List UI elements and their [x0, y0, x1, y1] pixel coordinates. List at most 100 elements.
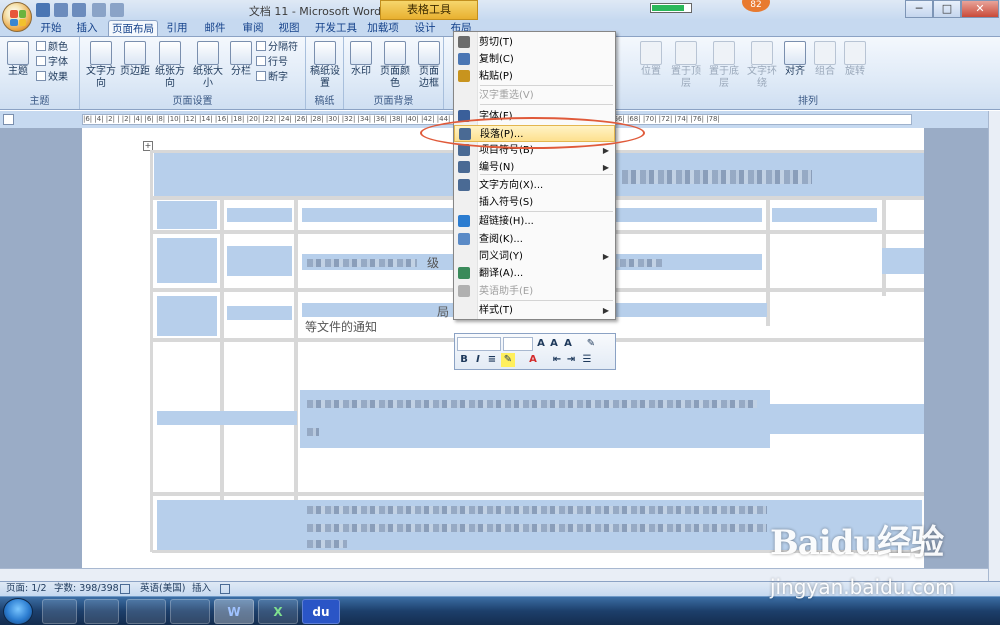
size-button[interactable]: 纸张大小: [190, 41, 226, 90]
line-numbers-button[interactable]: 行号: [256, 56, 288, 70]
page-indicator[interactable]: 页面: 1/2: [6, 582, 47, 596]
menu-item-2[interactable]: 粘贴(P): [454, 68, 615, 85]
position-button[interactable]: 位置: [636, 41, 666, 78]
column-divider: [294, 196, 298, 552]
effects-button[interactable]: 效果: [36, 71, 68, 85]
page-color-button[interactable]: 页面颜色: [376, 41, 414, 90]
center-align-icon[interactable]: ≡: [486, 353, 498, 367]
tab-references[interactable]: 引用: [160, 20, 194, 37]
tab-view[interactable]: 视图: [272, 20, 306, 37]
macro-record-icon[interactable]: [220, 584, 230, 594]
tab-selector[interactable]: [3, 114, 14, 125]
themes-button[interactable]: 主题: [4, 41, 32, 78]
line-numbers-icon: [256, 56, 266, 66]
menu-item-11[interactable]: 查阅(K)...: [454, 231, 615, 248]
watermark-label: 水印: [351, 66, 371, 77]
word-taskbar-icon[interactable]: W: [214, 599, 254, 624]
lookup-icon: [458, 233, 470, 245]
group-button[interactable]: 组合: [812, 41, 838, 78]
menu-item-label: 查阅(K)...: [479, 234, 523, 245]
excel-taskbar-icon[interactable]: X: [258, 599, 298, 624]
bullets-icon[interactable]: ☰: [581, 353, 593, 367]
bold-icon[interactable]: B: [458, 353, 470, 367]
menu-item-14[interactable]: 英语助手(E): [454, 283, 615, 300]
page-setup-group-label: 页面设置: [172, 96, 213, 107]
tab-developer[interactable]: 开发工具: [310, 20, 362, 37]
baidu-taskbar-icon[interactable]: du: [302, 599, 340, 624]
menu-item-9[interactable]: 插入符号(S): [454, 194, 615, 211]
theme-group-label: 主题: [29, 96, 50, 107]
manuscript-settings-button[interactable]: 稿纸设置: [310, 41, 340, 90]
colors-button[interactable]: 颜色: [36, 41, 68, 55]
tab-page-layout[interactable]: 页面布局: [108, 20, 158, 37]
word-count[interactable]: 字数: 398/398: [54, 582, 119, 596]
menu-item-7[interactable]: 编号(N) ▶: [454, 159, 615, 176]
menu-item-0[interactable]: 剪切(T): [454, 34, 615, 51]
menu-item-10[interactable]: 超链接(H)...: [454, 213, 615, 230]
tab-review[interactable]: 审阅: [236, 20, 270, 37]
send-to-back-button[interactable]: 置于底层: [706, 41, 742, 90]
highlight-color-icon[interactable]: ✎: [501, 353, 515, 367]
format-painter-icon[interactable]: ✎: [585, 337, 597, 351]
effects-icon: [36, 71, 46, 81]
language-indicator[interactable]: 英语(美国): [140, 582, 185, 596]
hyphenation-button[interactable]: 断字: [256, 71, 288, 85]
menu-item-12[interactable]: 同义词(Y) ▶: [454, 248, 615, 265]
page-borders-button[interactable]: 页面边框: [416, 41, 442, 90]
watermark-button[interactable]: 水印: [348, 41, 374, 78]
breaks-icon: [256, 41, 266, 51]
align-icon: [784, 41, 806, 65]
menu-item-label: 汉字重选(V): [479, 90, 534, 101]
rotate-button[interactable]: 旋转: [842, 41, 868, 78]
proofing-icon[interactable]: [120, 584, 130, 594]
menu-item-1[interactable]: 复制(C): [454, 51, 615, 68]
styles-icon[interactable]: A: [562, 337, 574, 351]
tab-design[interactable]: 设计: [408, 20, 442, 37]
ie-icon[interactable]: [84, 599, 119, 624]
menu-item-15[interactable]: 样式(T) ▶: [454, 302, 615, 319]
grow-font-icon[interactable]: A: [535, 337, 547, 351]
menu-separator: [480, 104, 613, 105]
menu-item-8[interactable]: 文字方向(X)...: [454, 177, 615, 194]
italic-icon[interactable]: I: [472, 353, 484, 367]
folder-icon[interactable]: [126, 599, 166, 624]
shrink-font-icon[interactable]: A: [548, 337, 560, 351]
orientation-button[interactable]: 纸张方向: [152, 41, 188, 90]
office-button[interactable]: [2, 2, 32, 32]
submenu-arrow-icon: ▶: [602, 163, 609, 172]
numbering-icon: [458, 161, 470, 173]
menu-item-13[interactable]: 翻译(A)...: [454, 265, 615, 282]
tab-mailings[interactable]: 邮件: [198, 20, 232, 37]
font-size-box[interactable]: [503, 337, 533, 351]
insert-mode[interactable]: 插入: [192, 582, 211, 596]
margins-button[interactable]: 页边距: [120, 41, 150, 78]
tab-home[interactable]: 开始: [34, 20, 68, 37]
text-blurred: [307, 428, 319, 436]
menu-item-3[interactable]: 汉字重选(V): [454, 87, 615, 104]
maximize-button[interactable]: □: [933, 0, 961, 18]
font-color-icon[interactable]: A: [527, 353, 539, 367]
font-name-box[interactable]: [457, 337, 501, 351]
text-wrap-button[interactable]: 文字环绕: [744, 41, 780, 90]
vertical-scrollbar[interactable]: [988, 111, 1000, 581]
tab-insert[interactable]: 插入: [68, 20, 106, 37]
minimize-button[interactable]: ─: [905, 0, 933, 18]
breaks-label: 分隔符: [268, 42, 298, 53]
bring-to-front-button[interactable]: 置于顶层: [668, 41, 704, 90]
close-button[interactable]: ✕: [961, 0, 999, 18]
column-divider: [220, 196, 224, 552]
decrease-indent-icon[interactable]: ⇤: [551, 353, 563, 367]
align-button[interactable]: 对齐: [782, 41, 808, 78]
explorer-icon[interactable]: [170, 599, 210, 624]
columns-button[interactable]: 分栏: [228, 41, 254, 78]
start-button[interactable]: [3, 598, 33, 625]
breaks-button[interactable]: 分隔符: [256, 41, 298, 55]
text-blurred: [307, 540, 347, 548]
increase-indent-icon[interactable]: ⇥: [565, 353, 577, 367]
text-direction-button[interactable]: 文字方向: [84, 41, 118, 90]
tab-addins[interactable]: 加载项: [364, 20, 402, 37]
fonts-button[interactable]: 字体: [36, 56, 68, 70]
highlight-oval: [420, 117, 645, 149]
media-player-icon[interactable]: [42, 599, 77, 624]
manuscript-label: 稿纸设置: [310, 66, 340, 89]
